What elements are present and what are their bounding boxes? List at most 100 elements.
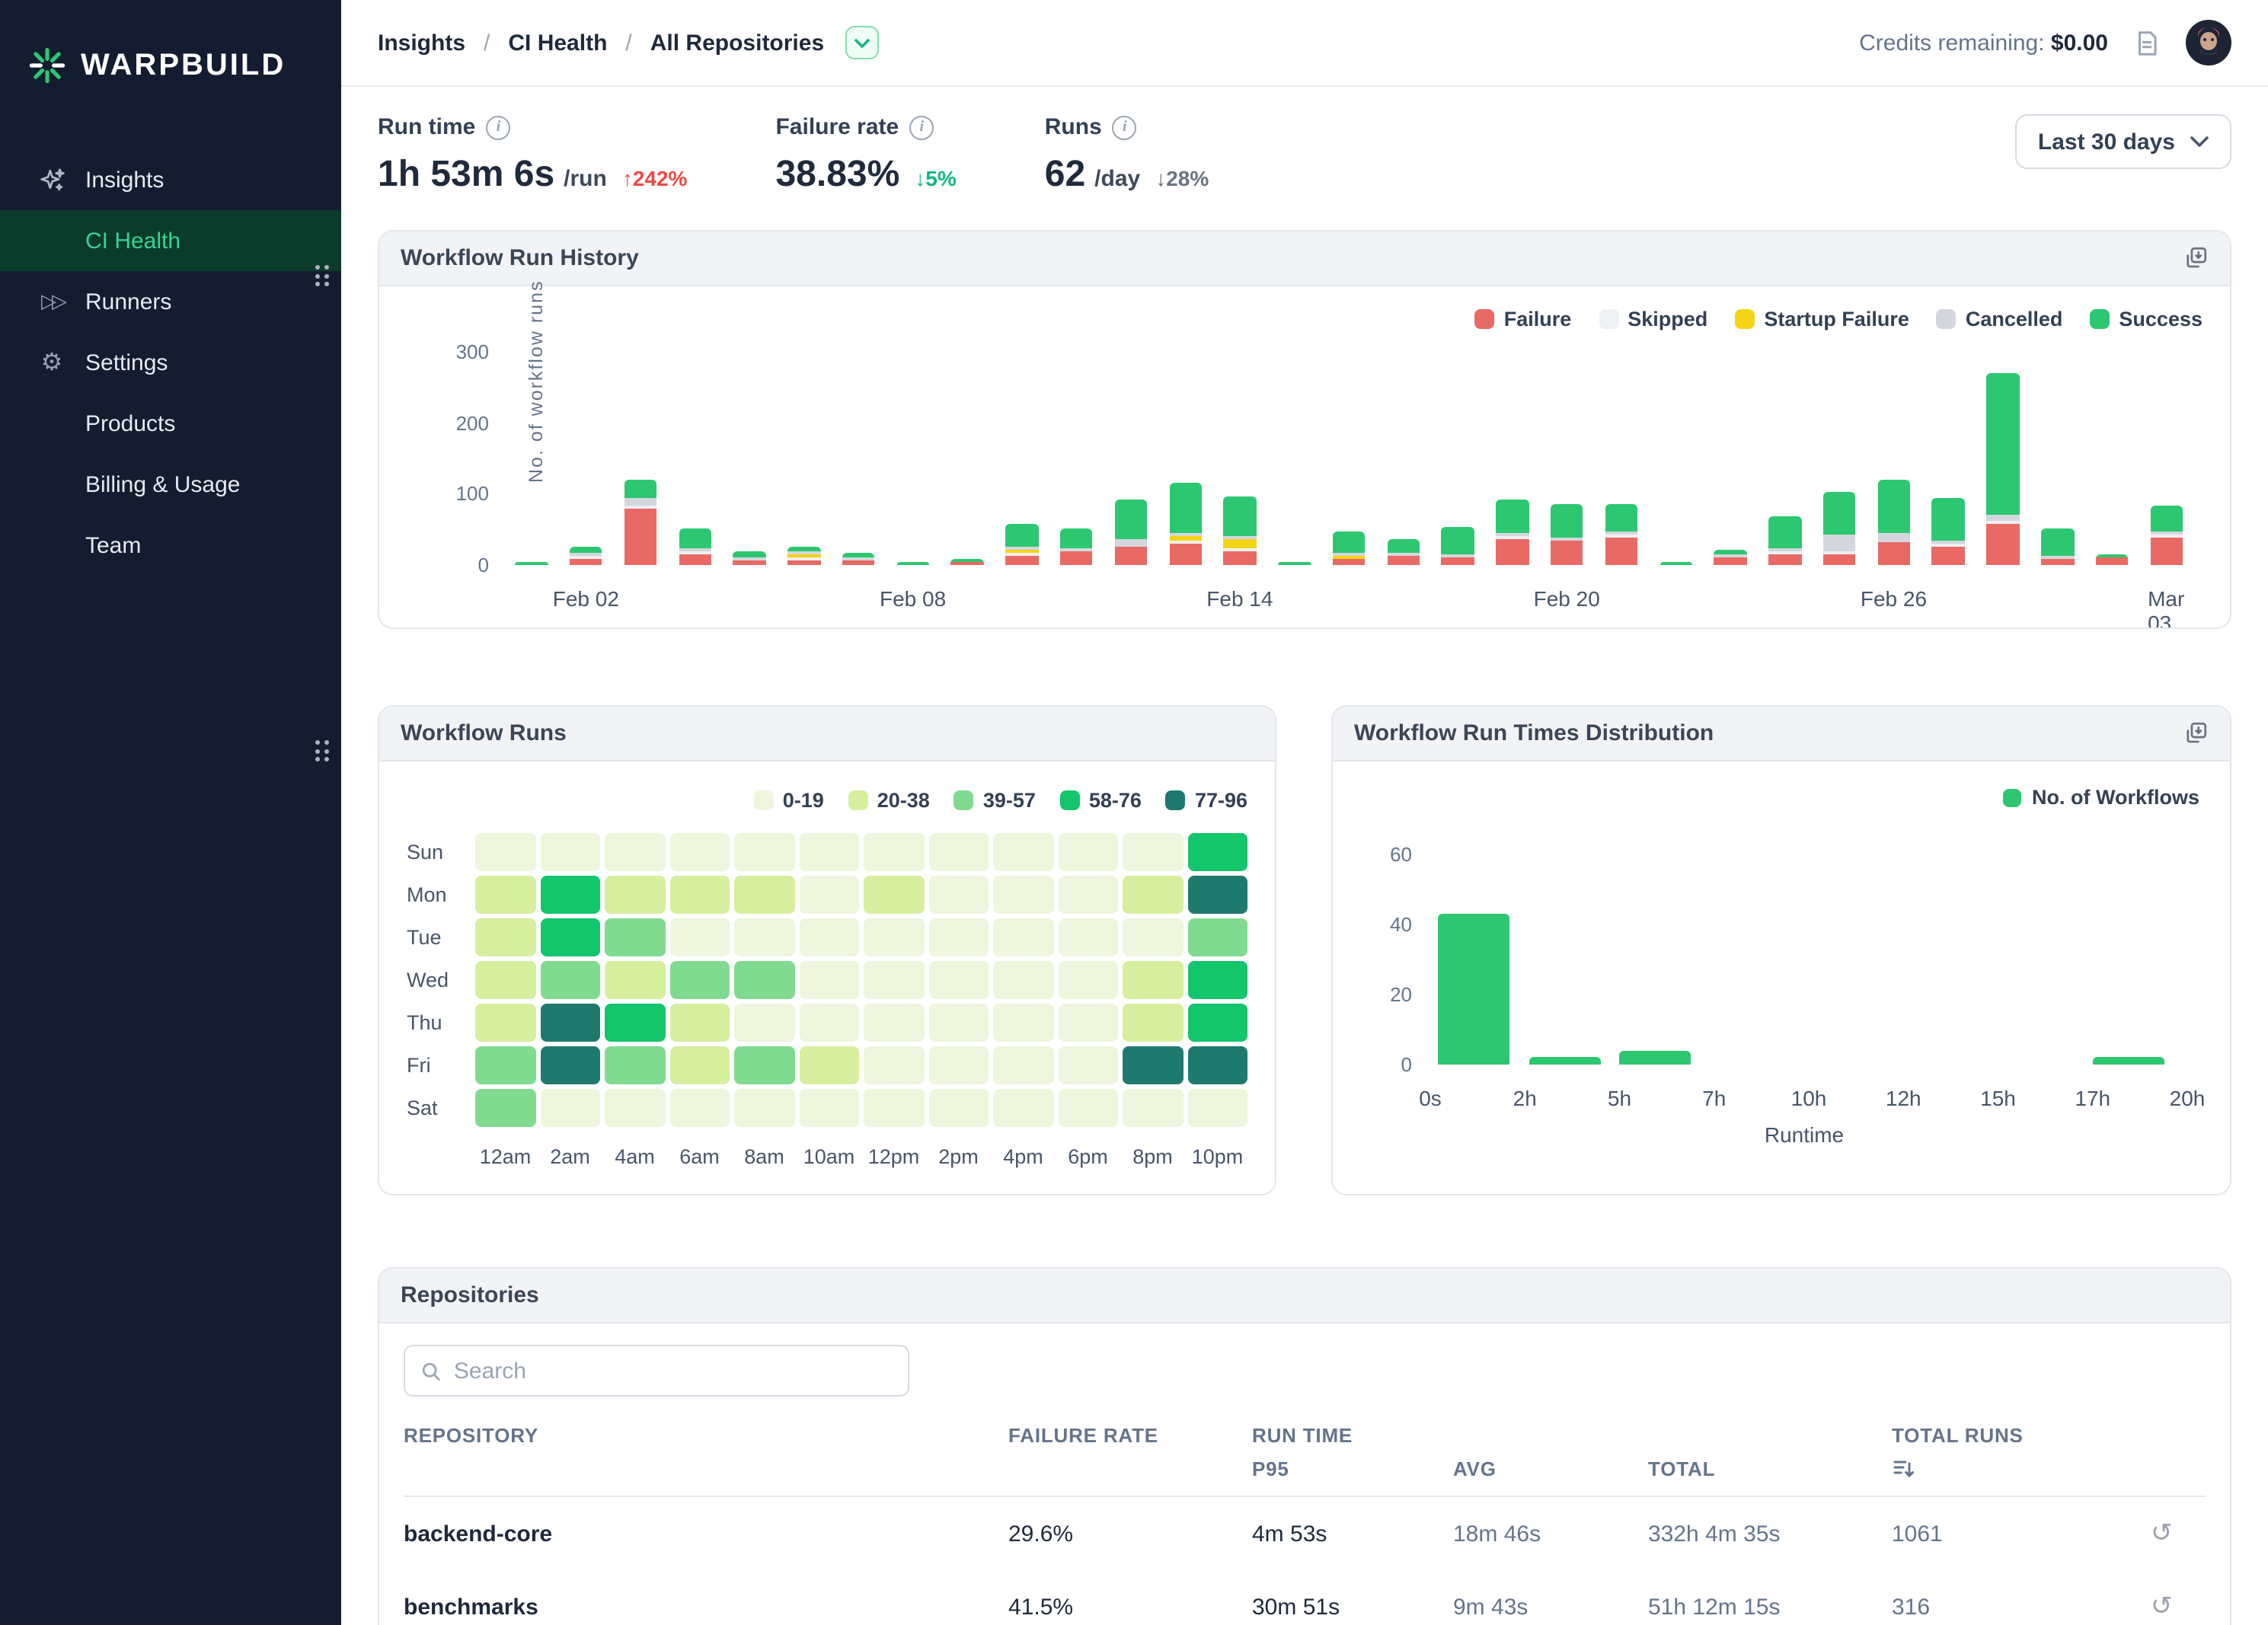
heatmap-cell[interactable] [799, 833, 859, 871]
legend-item[interactable]: Failure [1475, 308, 1572, 330]
col-p95[interactable]: P95 [1252, 1457, 1453, 1480]
distribution-bar[interactable] [2093, 1057, 2164, 1065]
run-history-icon[interactable]: ↺ [2151, 1591, 2206, 1622]
history-bar-slot[interactable] [1376, 352, 1431, 565]
history-bar-slot[interactable] [504, 352, 559, 565]
history-bar-slot[interactable] [1212, 352, 1267, 565]
history-bar-slot[interactable] [1703, 352, 1758, 565]
info-icon[interactable]: i [909, 115, 934, 139]
heatmap-cell[interactable] [475, 1004, 535, 1042]
avatar[interactable] [2186, 20, 2231, 65]
history-bar-slot[interactable] [1758, 352, 1813, 565]
history-bar-slot[interactable] [1921, 352, 1976, 565]
legend-item[interactable]: 20-38 [848, 789, 930, 812]
history-bar-slot[interactable] [1867, 352, 1921, 565]
history-bar-slot[interactable] [1976, 352, 2030, 565]
heatmap-cell[interactable] [475, 876, 535, 914]
distribution-bar[interactable] [1529, 1057, 1600, 1065]
distribution-legend[interactable]: No. of Workflows [1363, 786, 2199, 809]
sidebar-item-billing[interactable]: Billing & Usage [0, 454, 341, 515]
heatmap-cell[interactable] [864, 961, 924, 999]
heatmap-cell[interactable] [1187, 1046, 1247, 1084]
history-bar-slot[interactable] [1594, 352, 1649, 565]
heatmap-cell[interactable] [669, 1089, 730, 1127]
heatmap-cell[interactable] [864, 1004, 924, 1042]
heatmap-cell[interactable] [928, 876, 989, 914]
legend-item[interactable]: Skipped [1599, 308, 1707, 330]
legend-item[interactable]: Success [2090, 308, 2203, 330]
heatmap-cell[interactable] [799, 918, 859, 956]
breadcrumb-insights[interactable]: Insights [378, 30, 465, 56]
info-icon[interactable]: i [486, 115, 510, 139]
heatmap-cell[interactable] [799, 876, 859, 914]
date-range-selector[interactable]: Last 30 days [2015, 114, 2231, 169]
heatmap-cell[interactable] [669, 1046, 730, 1084]
history-bar-slot[interactable] [1813, 352, 1867, 565]
heatmap-cell[interactable] [928, 1089, 989, 1127]
run-history-icon[interactable]: ↺ [2151, 1518, 2206, 1549]
history-bar-slot[interactable] [941, 352, 995, 565]
heatmap-cell[interactable] [734, 1004, 794, 1042]
legend-item[interactable]: Cancelled [1937, 308, 2063, 330]
history-bar-slot[interactable] [2030, 352, 2085, 565]
heatmap-cell[interactable] [540, 918, 600, 956]
legend-item[interactable]: 58-76 [1060, 789, 1142, 812]
table-row[interactable]: backend-core 29.6% 4m 53s 18m 46s 332h 4… [404, 1497, 2206, 1570]
heatmap-cell[interactable] [1123, 1046, 1183, 1084]
col-total[interactable]: TOTAL [1648, 1457, 1892, 1480]
heatmap-cell[interactable] [928, 918, 989, 956]
sidebar-item-ci-health[interactable]: CI Health [0, 210, 341, 271]
history-bar-slot[interactable] [1267, 352, 1322, 565]
heatmap-cell[interactable] [1123, 918, 1183, 956]
heatmap-cell[interactable] [864, 876, 924, 914]
col-repository[interactable]: REPOSITORY [404, 1424, 1008, 1447]
repo-name[interactable]: benchmarks [404, 1594, 1008, 1620]
heatmap-cell[interactable] [669, 961, 730, 999]
history-bar-slot[interactable] [1104, 352, 1158, 565]
sidebar-item-products[interactable]: Products [0, 393, 341, 454]
distribution-bar[interactable] [1620, 1051, 1691, 1065]
heatmap-cell[interactable] [475, 833, 535, 871]
drag-handle[interactable] [315, 265, 331, 289]
heatmap-cell[interactable] [605, 1089, 665, 1127]
history-bar-slot[interactable] [2139, 352, 2194, 565]
heatmap-cell[interactable] [1187, 918, 1247, 956]
legend-item[interactable]: 39-57 [954, 789, 1036, 812]
sidebar-item-settings[interactable]: ⚙ Settings [0, 332, 341, 393]
heatmap-cell[interactable] [864, 833, 924, 871]
heatmap-cell[interactable] [669, 833, 730, 871]
docs-icon[interactable] [2132, 28, 2161, 57]
sidebar-item-runners[interactable]: ▷▷ Runners [0, 271, 341, 332]
heatmap-cell[interactable] [799, 1004, 859, 1042]
heatmap-cell[interactable] [734, 876, 794, 914]
history-bar-slot[interactable] [1649, 352, 1704, 565]
heatmap-cell[interactable] [799, 1046, 859, 1084]
distribution-bar[interactable] [1438, 914, 1509, 1065]
heatmap-cell[interactable] [605, 876, 665, 914]
heatmap-cell[interactable] [605, 1004, 665, 1042]
export-icon[interactable] [2183, 245, 2209, 271]
heatmap-cell[interactable] [734, 833, 794, 871]
heatmap-cell[interactable] [1058, 918, 1118, 956]
sidebar-item-team[interactable]: Team [0, 515, 341, 576]
heatmap-cell[interactable] [605, 918, 665, 956]
heatmap-cell[interactable] [1187, 961, 1247, 999]
info-icon[interactable]: i [1113, 115, 1137, 139]
heatmap-cell[interactable] [993, 961, 1053, 999]
heatmap-cell[interactable] [475, 1089, 535, 1127]
heatmap-cell[interactable] [928, 1046, 989, 1084]
history-bar-slot[interactable] [722, 352, 777, 565]
heatmap-cell[interactable] [928, 833, 989, 871]
heatmap-cell[interactable] [1058, 833, 1118, 871]
drag-handle[interactable] [315, 740, 331, 765]
heatmap-cell[interactable] [993, 1046, 1053, 1084]
heatmap-cell[interactable] [799, 961, 859, 999]
heatmap-cell[interactable] [993, 918, 1053, 956]
col-failure-rate[interactable]: FAILURE RATE [1008, 1424, 1252, 1447]
legend-item[interactable]: Startup Failure [1735, 308, 1909, 330]
heatmap-cell[interactable] [734, 961, 794, 999]
heatmap-cell[interactable] [1058, 1089, 1118, 1127]
history-bar-slot[interactable] [1321, 352, 1376, 565]
heatmap-cell[interactable] [1123, 833, 1183, 871]
heatmap-cell[interactable] [669, 918, 730, 956]
